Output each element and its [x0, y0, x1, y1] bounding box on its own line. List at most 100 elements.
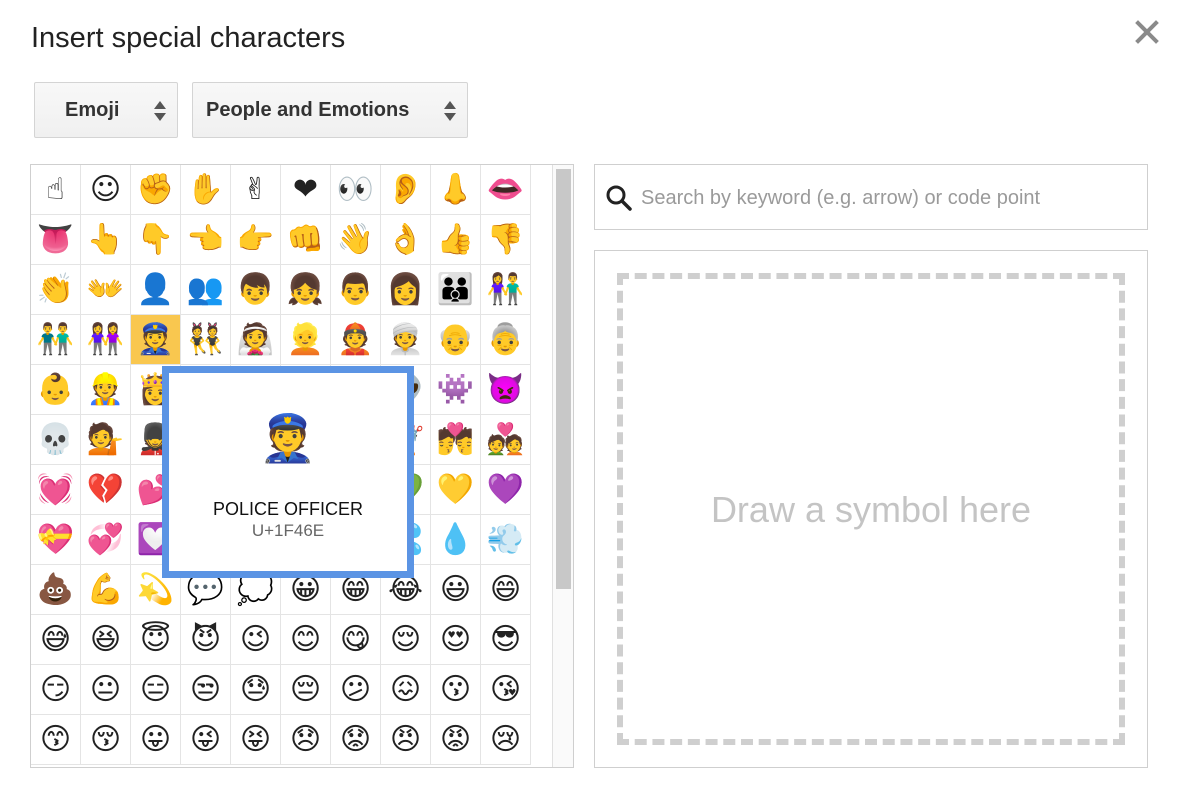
character-cell[interactable]: 👶: [31, 365, 81, 415]
character-cell[interactable]: 😊: [281, 615, 331, 665]
character-cell[interactable]: 😅: [31, 615, 81, 665]
character-cell[interactable]: 😜: [181, 715, 231, 765]
character-cell[interactable]: 💜: [481, 465, 531, 515]
character-cell[interactable]: 💑: [481, 415, 531, 465]
category-select-value: Emoji: [65, 98, 120, 121]
character-cell[interactable]: ❤: [281, 165, 331, 215]
character-cell[interactable]: 👰: [231, 315, 281, 365]
character-cell[interactable]: 👐: [81, 265, 131, 315]
character-cell[interactable]: 💧: [431, 515, 481, 565]
category-select[interactable]: Emoji: [34, 82, 178, 138]
character-cell[interactable]: 👃: [431, 165, 481, 215]
character-cell[interactable]: 😇: [131, 615, 181, 665]
character-cell[interactable]: 👎: [481, 215, 531, 265]
character-cell[interactable]: 💏: [431, 415, 481, 465]
character-cell[interactable]: 👉: [231, 215, 281, 265]
dialog-title: Insert special characters: [31, 22, 346, 54]
character-cell[interactable]: 😆: [81, 615, 131, 665]
character-cell[interactable]: 👂: [381, 165, 431, 215]
character-cell[interactable]: 😚: [81, 715, 131, 765]
character-cell[interactable]: 😉: [231, 615, 281, 665]
character-cell[interactable]: 👭: [81, 315, 131, 365]
character-cell[interactable]: 👪: [431, 265, 481, 315]
subcategory-select[interactable]: People and Emotions: [192, 82, 468, 138]
character-cell[interactable]: 😃: [431, 565, 481, 615]
character-cell[interactable]: 👄: [481, 165, 531, 215]
character-cell[interactable]: 😛: [131, 715, 181, 765]
character-cell[interactable]: 😄: [481, 565, 531, 615]
character-cell[interactable]: 💛: [431, 465, 481, 515]
character-cell[interactable]: 😠: [381, 715, 431, 765]
character-cell[interactable]: 😎: [481, 615, 531, 665]
character-cell[interactable]: 😗: [431, 665, 481, 715]
character-cell[interactable]: 💨: [481, 515, 531, 565]
character-cell[interactable]: 💓: [31, 465, 81, 515]
draw-symbol-area[interactable]: Draw a symbol here: [617, 273, 1125, 745]
character-cell[interactable]: 😈: [181, 615, 231, 665]
character-cell[interactable]: 👧: [281, 265, 331, 315]
character-cell[interactable]: 😡: [431, 715, 481, 765]
grid-scrollbar[interactable]: [552, 165, 573, 767]
character-cell[interactable]: 😖: [381, 665, 431, 715]
character-cell[interactable]: 👦: [231, 265, 281, 315]
character-cell[interactable]: 👆: [81, 215, 131, 265]
character-cell[interactable]: 👫: [481, 265, 531, 315]
character-cell[interactable]: 💀: [31, 415, 81, 465]
character-cell[interactable]: 👤: [131, 265, 181, 315]
character-cell[interactable]: 😝: [231, 715, 281, 765]
character-cell[interactable]: 😏: [31, 665, 81, 715]
character-cell[interactable]: 👊: [281, 215, 331, 265]
character-cell[interactable]: 😕: [331, 665, 381, 715]
character-cell[interactable]: 😒: [181, 665, 231, 715]
character-cell[interactable]: 👴: [431, 315, 481, 365]
character-cell[interactable]: 😘: [481, 665, 531, 715]
character-cell[interactable]: 😞: [281, 715, 331, 765]
character-cell[interactable]: 💝: [31, 515, 81, 565]
character-cell[interactable]: 👯: [181, 315, 231, 365]
character-cell[interactable]: 😙: [31, 715, 81, 765]
subcategory-select-value: People and Emotions: [206, 98, 410, 121]
character-cell[interactable]: 😓: [231, 665, 281, 715]
character-cell[interactable]: 😍: [431, 615, 481, 665]
character-cell[interactable]: 👏: [31, 265, 81, 315]
character-cell[interactable]: 😌: [381, 615, 431, 665]
search-input[interactable]: [639, 173, 1138, 223]
character-cell[interactable]: 👌: [381, 215, 431, 265]
character-cell[interactable]: 💔: [81, 465, 131, 515]
character-cell[interactable]: 👷: [81, 365, 131, 415]
character-cell[interactable]: 👍: [431, 215, 481, 265]
scrollbar-thumb[interactable]: [556, 169, 571, 589]
character-cell[interactable]: 😢: [481, 715, 531, 765]
character-cell[interactable]: 😑: [131, 665, 181, 715]
character-cell[interactable]: ☝: [31, 165, 81, 215]
character-cell[interactable]: 😐: [81, 665, 131, 715]
character-cell[interactable]: 👨: [331, 265, 381, 315]
close-button[interactable]: [1132, 16, 1162, 48]
character-cell[interactable]: 👿: [481, 365, 531, 415]
character-cell[interactable]: 😔: [281, 665, 331, 715]
character-cell[interactable]: 👇: [131, 215, 181, 265]
character-cell[interactable]: ✋: [181, 165, 231, 215]
character-cell[interactable]: 👱: [281, 315, 331, 365]
character-cell[interactable]: ✌: [231, 165, 281, 215]
character-cell[interactable]: 👲: [331, 315, 381, 365]
character-cell[interactable]: ☺: [81, 165, 131, 215]
character-cell[interactable]: 👥: [181, 265, 231, 315]
character-cell[interactable]: 👮: [131, 315, 181, 365]
character-cell[interactable]: 👩: [381, 265, 431, 315]
character-cell[interactable]: 👋: [331, 215, 381, 265]
character-cell[interactable]: 😋: [331, 615, 381, 665]
character-cell[interactable]: 💩: [31, 565, 81, 615]
character-cell[interactable]: 👀: [331, 165, 381, 215]
character-cell[interactable]: 👬: [31, 315, 81, 365]
character-cell[interactable]: 👵: [481, 315, 531, 365]
character-cell[interactable]: 👾: [431, 365, 481, 415]
character-cell[interactable]: 👳: [381, 315, 431, 365]
character-cell[interactable]: 💁: [81, 415, 131, 465]
character-cell[interactable]: 💞: [81, 515, 131, 565]
character-cell[interactable]: 😟: [331, 715, 381, 765]
character-cell[interactable]: 👅: [31, 215, 81, 265]
character-cell[interactable]: 💪: [81, 565, 131, 615]
character-cell[interactable]: ✊: [131, 165, 181, 215]
character-cell[interactable]: 👈: [181, 215, 231, 265]
